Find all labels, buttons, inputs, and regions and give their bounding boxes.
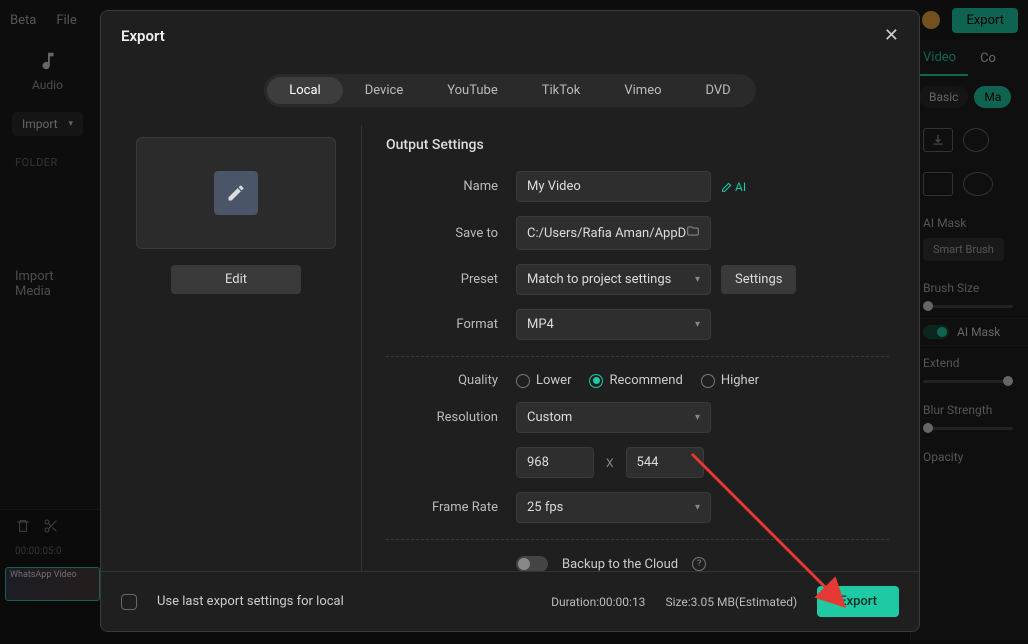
tab-local[interactable]: Local — [267, 77, 342, 104]
radio-icon — [516, 374, 530, 388]
export-modal: Export ✕ Local Device YouTube TikTok Vim… — [100, 10, 920, 632]
divider — [386, 356, 889, 357]
resolution-height-input[interactable] — [626, 447, 704, 478]
quality-label: Quality — [386, 373, 516, 388]
format-value: MP4 — [527, 317, 554, 332]
saveto-value: C:/Users/Rafia Aman/AppData — [527, 226, 686, 241]
resolution-width-input[interactable] — [516, 447, 594, 478]
quality-higher-label: Higher — [721, 373, 759, 388]
quality-higher-radio[interactable]: Higher — [701, 373, 759, 388]
name-label: Name — [386, 179, 516, 194]
preset-select[interactable]: Match to project settings ▾ — [516, 264, 711, 295]
radio-icon — [701, 374, 715, 388]
output-settings: Output Settings Name AI Save to C:/Users… — [361, 125, 899, 571]
edit-button[interactable]: Edit — [171, 265, 301, 294]
folder-icon[interactable] — [686, 224, 700, 242]
close-icon[interactable]: ✕ — [884, 25, 899, 46]
use-last-settings-checkbox[interactable] — [121, 594, 137, 610]
format-select[interactable]: MP4 ▾ — [516, 309, 711, 340]
quality-recommend-radio[interactable]: Recommend — [589, 373, 682, 388]
ai-pencil-icon[interactable]: AI — [721, 180, 746, 194]
quality-lower-radio[interactable]: Lower — [516, 373, 571, 388]
chevron-down-icon: ▾ — [695, 412, 700, 423]
modal-title: Export — [121, 27, 165, 45]
tab-dvd[interactable]: DVD — [684, 77, 753, 104]
size-info: Size:3.05 MB(Estimated) — [665, 595, 797, 609]
preset-settings-button[interactable]: Settings — [721, 265, 796, 294]
chevron-down-icon: ▾ — [695, 502, 700, 513]
export-destination-tabs: Local Device YouTube TikTok Vimeo DVD — [101, 60, 919, 125]
framerate-select[interactable]: 25 fps ▾ — [516, 492, 711, 523]
duration-info: Duration:00:00:13 — [551, 595, 645, 609]
pencil-icon — [214, 171, 258, 215]
tab-vimeo[interactable]: Vimeo — [602, 77, 683, 104]
use-last-settings-label: Use last export settings for local — [157, 594, 344, 609]
tab-youtube[interactable]: YouTube — [425, 77, 520, 104]
ai-suffix: AI — [735, 180, 746, 194]
resolution-label: Resolution — [386, 410, 516, 425]
divider — [386, 539, 889, 540]
framerate-value: 25 fps — [527, 500, 563, 515]
resolution-select[interactable]: Custom ▾ — [516, 402, 711, 433]
resolution-x: X — [606, 456, 614, 470]
saveto-field[interactable]: C:/Users/Rafia Aman/AppData — [516, 216, 711, 250]
radio-icon — [589, 374, 603, 388]
name-input[interactable] — [516, 171, 711, 202]
modal-footer: Use last export settings for local Durat… — [101, 571, 919, 631]
quality-recommend-label: Recommend — [609, 373, 682, 388]
resolution-value: Custom — [527, 410, 572, 425]
chevron-down-icon: ▾ — [695, 319, 700, 330]
video-preview — [136, 137, 336, 249]
info-icon[interactable]: ? — [692, 557, 706, 571]
format-label: Format — [386, 317, 516, 332]
tab-tiktok[interactable]: TikTok — [520, 77, 603, 104]
output-settings-heading: Output Settings — [386, 137, 889, 153]
preset-value: Match to project settings — [527, 272, 671, 287]
preset-label: Preset — [386, 272, 516, 287]
saveto-label: Save to — [386, 226, 516, 241]
framerate-label: Frame Rate — [386, 500, 516, 515]
export-button[interactable]: Export — [817, 586, 899, 617]
quality-lower-label: Lower — [536, 373, 571, 388]
backup-cloud-toggle[interactable] — [516, 556, 548, 571]
tab-device[interactable]: Device — [343, 77, 426, 104]
chevron-down-icon: ▾ — [695, 274, 700, 285]
backup-cloud-label: Backup to the Cloud — [562, 557, 678, 572]
preview-column: Edit — [121, 125, 361, 571]
